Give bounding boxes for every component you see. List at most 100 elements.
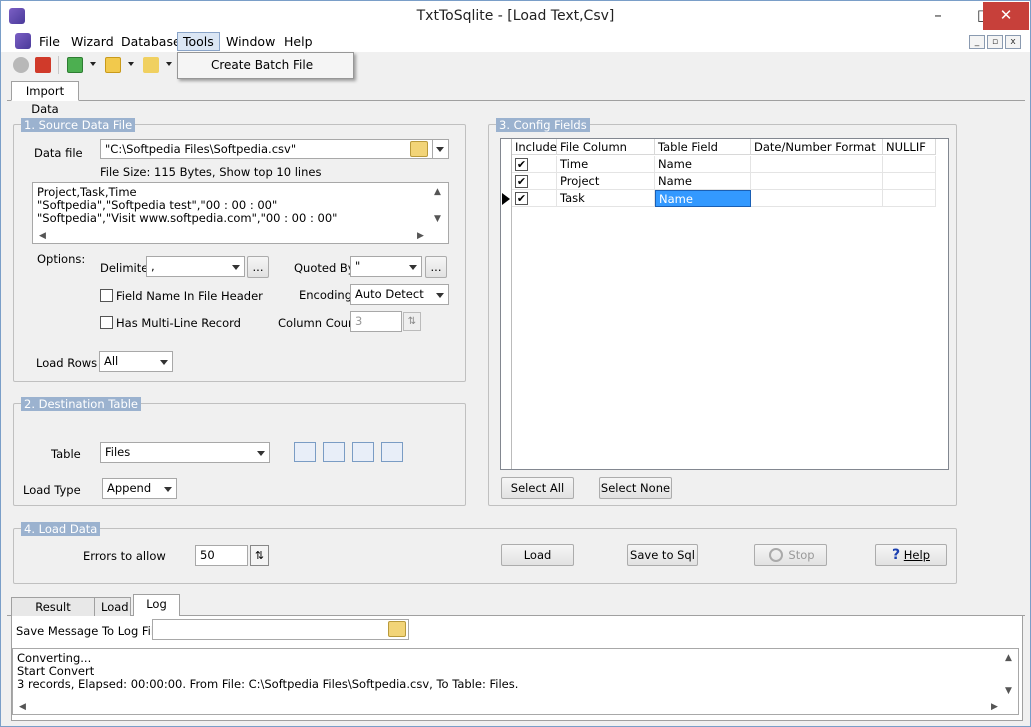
log-output-textarea[interactable]: Converting... Start Convert 3 records, E… bbox=[12, 648, 1019, 715]
encoding-select[interactable]: Auto Detect bbox=[350, 284, 449, 305]
open-log-folder-icon[interactable] bbox=[388, 621, 406, 637]
include-checkbox[interactable]: ✔ bbox=[515, 158, 528, 171]
format-cell[interactable] bbox=[751, 173, 883, 190]
table-select[interactable]: Files bbox=[100, 442, 270, 463]
column-header-table-field[interactable]: Table Field bbox=[655, 139, 751, 155]
table-label: Table bbox=[51, 447, 81, 461]
file-info-text: File Size: 115 Bytes, Show top 10 lines bbox=[100, 165, 322, 179]
select-none-button[interactable]: Select None bbox=[599, 477, 672, 499]
tab-result-preview[interactable]: Result Preview bbox=[11, 597, 95, 632]
quoted-by-label: Quoted By bbox=[294, 261, 355, 275]
column-header-file-column[interactable]: File Column bbox=[557, 139, 655, 155]
delimiter-select[interactable]: , bbox=[146, 256, 245, 277]
scroll-up-icon[interactable]: ▲ bbox=[434, 186, 441, 199]
tab-load[interactable]: Load bbox=[94, 597, 131, 617]
refresh-dropdown-icon[interactable] bbox=[90, 62, 96, 66]
open-folder-icon[interactable] bbox=[410, 141, 428, 157]
table-row: ✔ bbox=[512, 173, 557, 190]
log-file-input[interactable] bbox=[152, 619, 409, 640]
tab-log[interactable]: Log bbox=[133, 594, 180, 617]
wizard-wand-icon[interactable] bbox=[143, 57, 159, 73]
menu-item-create-batch-file[interactable]: Create Batch File bbox=[211, 58, 313, 72]
mdi-close-button[interactable]: x bbox=[1005, 35, 1021, 49]
errors-input[interactable]: 50 bbox=[195, 545, 248, 566]
view-table-icon[interactable] bbox=[352, 442, 374, 462]
load-rows-label: Load Rows bbox=[36, 356, 98, 370]
nullif-cell[interactable] bbox=[883, 156, 936, 173]
data-file-input[interactable]: "C:\Softpedia Files\Softpedia.csv" bbox=[100, 139, 433, 159]
nullif-cell[interactable] bbox=[883, 190, 936, 207]
log-line: 3 records, Elapsed: 00:00:00. From File:… bbox=[17, 677, 519, 691]
refresh-table-icon[interactable] bbox=[323, 442, 345, 462]
new-table-icon[interactable] bbox=[294, 442, 316, 462]
file-preview-textarea[interactable]: Project,Task,Time "Softpedia","Softpedia… bbox=[32, 182, 449, 244]
config-fields-grid[interactable]: Include File Column Table Field Date/Num… bbox=[500, 138, 949, 470]
minimize-button[interactable]: – bbox=[915, 2, 961, 30]
file-column-cell[interactable]: Time bbox=[557, 156, 655, 173]
scroll-right-icon[interactable]: ▶ bbox=[417, 230, 424, 243]
log-scroll-right-icon[interactable]: ▶ bbox=[991, 701, 998, 714]
toolbar bbox=[1, 52, 1030, 78]
load-rows-select[interactable]: All bbox=[99, 351, 173, 372]
scroll-left-icon[interactable]: ◀ bbox=[39, 230, 46, 243]
table-field-cell-selected[interactable]: Name bbox=[655, 190, 751, 207]
menu-window[interactable]: Window bbox=[221, 32, 280, 51]
scroll-down-icon[interactable]: ▼ bbox=[434, 213, 441, 226]
stop-button[interactable]: Stop bbox=[754, 544, 827, 566]
menu-file[interactable]: File bbox=[34, 32, 65, 51]
table-field-cell[interactable]: Name bbox=[655, 156, 751, 173]
user-icon[interactable] bbox=[13, 57, 29, 73]
quoted-by-select[interactable]: " bbox=[350, 256, 422, 277]
source-data-legend: 1. Source Data File bbox=[21, 118, 136, 132]
errors-spinner-icon[interactable]: ⇅ bbox=[250, 545, 269, 566]
save-to-sql-button[interactable]: Save to Sql bbox=[627, 544, 698, 566]
column-count-spinner-icon[interactable]: ⇅ bbox=[403, 312, 421, 331]
menu-tools[interactable]: Tools bbox=[177, 32, 220, 51]
refresh-icon[interactable] bbox=[67, 57, 83, 73]
log-file-label: Save Message To Log File bbox=[16, 624, 162, 638]
format-cell[interactable] bbox=[751, 156, 883, 173]
menu-wizard[interactable]: Wizard bbox=[66, 32, 119, 51]
import-icon[interactable] bbox=[105, 57, 121, 73]
import-dropdown-icon[interactable] bbox=[128, 62, 134, 66]
title-bar: TxtToSqlite - [Load Text,Csv] – □ ✕ bbox=[1, 1, 1030, 31]
wizard-dropdown-icon[interactable] bbox=[166, 62, 172, 66]
tab-import-data[interactable]: Import Data bbox=[11, 81, 79, 116]
field-name-header-checkbox[interactable] bbox=[100, 289, 113, 302]
file-column-cell[interactable]: Task bbox=[557, 190, 655, 207]
mdi-app-icon[interactable] bbox=[15, 33, 31, 49]
include-checkbox[interactable]: ✔ bbox=[515, 192, 528, 205]
mdi-restore-button[interactable]: ▫ bbox=[987, 35, 1003, 49]
column-header-nullif[interactable]: NULLIF bbox=[883, 139, 936, 155]
disconnect-icon[interactable] bbox=[35, 57, 51, 73]
delimiter-more-button[interactable]: ... bbox=[247, 256, 269, 278]
column-header-format[interactable]: Date/Number Format bbox=[751, 139, 883, 155]
table-columns-icon[interactable] bbox=[381, 442, 403, 462]
nullif-cell[interactable] bbox=[883, 173, 936, 190]
log-scroll-up-icon[interactable]: ▲ bbox=[1005, 652, 1012, 665]
load-button[interactable]: Load bbox=[501, 544, 574, 566]
multiline-checkbox[interactable] bbox=[100, 316, 113, 329]
format-cell[interactable] bbox=[751, 190, 883, 207]
column-header-include[interactable]: Include bbox=[512, 139, 557, 155]
data-file-label: Data file bbox=[34, 146, 83, 160]
log-scroll-left-icon[interactable]: ◀ bbox=[19, 701, 26, 714]
menu-database[interactable]: Database bbox=[116, 32, 186, 51]
column-count-input[interactable]: 3 bbox=[350, 311, 402, 332]
load-type-select[interactable]: Append bbox=[102, 478, 177, 499]
menu-help[interactable]: Help bbox=[279, 32, 318, 51]
log-scroll-down-icon[interactable]: ▼ bbox=[1005, 685, 1012, 698]
destination-legend: 2. Destination Table bbox=[21, 397, 142, 411]
select-all-button[interactable]: Select All bbox=[501, 477, 574, 499]
quoted-by-more-button[interactable]: ... bbox=[425, 256, 447, 278]
mdi-minimize-button[interactable]: _ bbox=[969, 35, 985, 49]
load-type-label: Load Type bbox=[23, 483, 81, 497]
data-file-dropdown[interactable] bbox=[433, 139, 449, 159]
close-button[interactable]: ✕ bbox=[983, 2, 1029, 30]
file-column-cell[interactable]: Project bbox=[557, 173, 655, 190]
table-field-cell[interactable]: Name bbox=[655, 173, 751, 190]
stop-icon bbox=[769, 548, 783, 562]
help-button[interactable]: ? Help bbox=[875, 544, 947, 566]
include-checkbox[interactable]: ✔ bbox=[515, 175, 528, 188]
table-row: ✔ bbox=[512, 190, 557, 207]
